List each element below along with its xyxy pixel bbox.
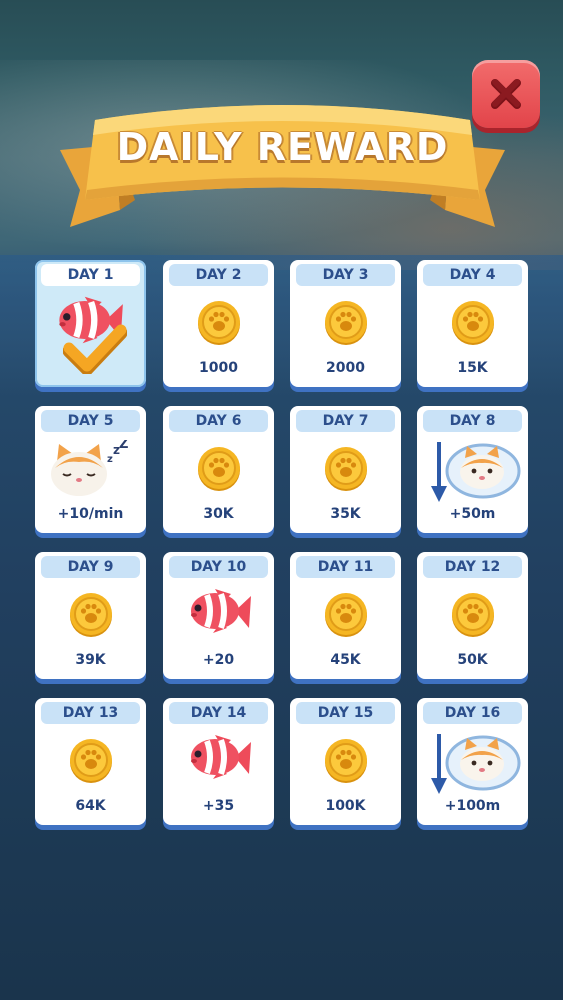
day-label: DAY 12: [423, 556, 522, 578]
reward-amount: 15K: [457, 360, 488, 376]
reward-card-day-11[interactable]: DAY 11 45K: [290, 552, 401, 679]
reward-amount: 35K: [330, 506, 361, 522]
day-label: DAY 1: [41, 264, 140, 286]
reward-amount: 39K: [75, 652, 106, 668]
reward-card-day-1[interactable]: DAY 1: [35, 260, 146, 387]
reward-amount: +100m: [444, 798, 501, 814]
reward-amount: +20: [202, 652, 235, 668]
page-title: DAILY REWARD: [116, 125, 449, 169]
reward-amount: 45K: [330, 652, 361, 668]
reward-card-day-10[interactable]: DAY 10 +20: [163, 552, 274, 679]
reward-card-day-12[interactable]: DAY 12 50K: [417, 552, 528, 679]
reward-amount: 50K: [457, 652, 488, 668]
title-banner: DAILY REWARD: [40, 95, 525, 235]
day-label: DAY 5: [41, 410, 140, 432]
reward-card-day-7[interactable]: DAY 7 35K: [290, 406, 401, 533]
day-label: DAY 8: [423, 410, 522, 432]
reward-card-day-6[interactable]: DAY 6 30K: [163, 406, 274, 533]
reward-card-day-16[interactable]: DAY 16 +100m: [417, 698, 528, 825]
day-label: DAY 2: [169, 264, 268, 286]
reward-card-day-13[interactable]: DAY 13 64K: [35, 698, 146, 825]
day-label: DAY 3: [296, 264, 395, 286]
reward-card-day-5[interactable]: DAY 5 z z Z +10/min: [35, 406, 146, 533]
reward-amount: +10/min: [57, 506, 124, 522]
reward-amount: +50m: [449, 506, 496, 522]
reward-amount: +35: [202, 798, 235, 814]
reward-amount: 100K: [325, 798, 366, 814]
reward-card-day-9[interactable]: DAY 9 39K: [35, 552, 146, 679]
reward-amount: 2000: [326, 360, 365, 376]
reward-card-day-2[interactable]: DAY 2 1000: [163, 260, 274, 387]
reward-amount: 64K: [75, 798, 106, 814]
reward-amount: 30K: [203, 506, 234, 522]
day-label: DAY 16: [423, 702, 522, 724]
reward-card-day-4[interactable]: DAY 4 15K: [417, 260, 528, 387]
day-label: DAY 6: [169, 410, 268, 432]
day-label: DAY 15: [296, 702, 395, 724]
day-label: DAY 10: [169, 556, 268, 578]
day-label: DAY 7: [296, 410, 395, 432]
svg-text:Z: Z: [119, 440, 128, 452]
day-label: DAY 11: [296, 556, 395, 578]
day-label: DAY 9: [41, 556, 140, 578]
reward-amount: 1000: [199, 360, 238, 376]
reward-card-day-8[interactable]: DAY 8 +50m: [417, 406, 528, 533]
day-label: DAY 13: [41, 702, 140, 724]
reward-card-day-15[interactable]: DAY 15 100K: [290, 698, 401, 825]
reward-card-day-14[interactable]: DAY 14 +35: [163, 698, 274, 825]
reward-card-day-3[interactable]: DAY 3 2000: [290, 260, 401, 387]
day-label: DAY 4: [423, 264, 522, 286]
day-label: DAY 14: [169, 702, 268, 724]
